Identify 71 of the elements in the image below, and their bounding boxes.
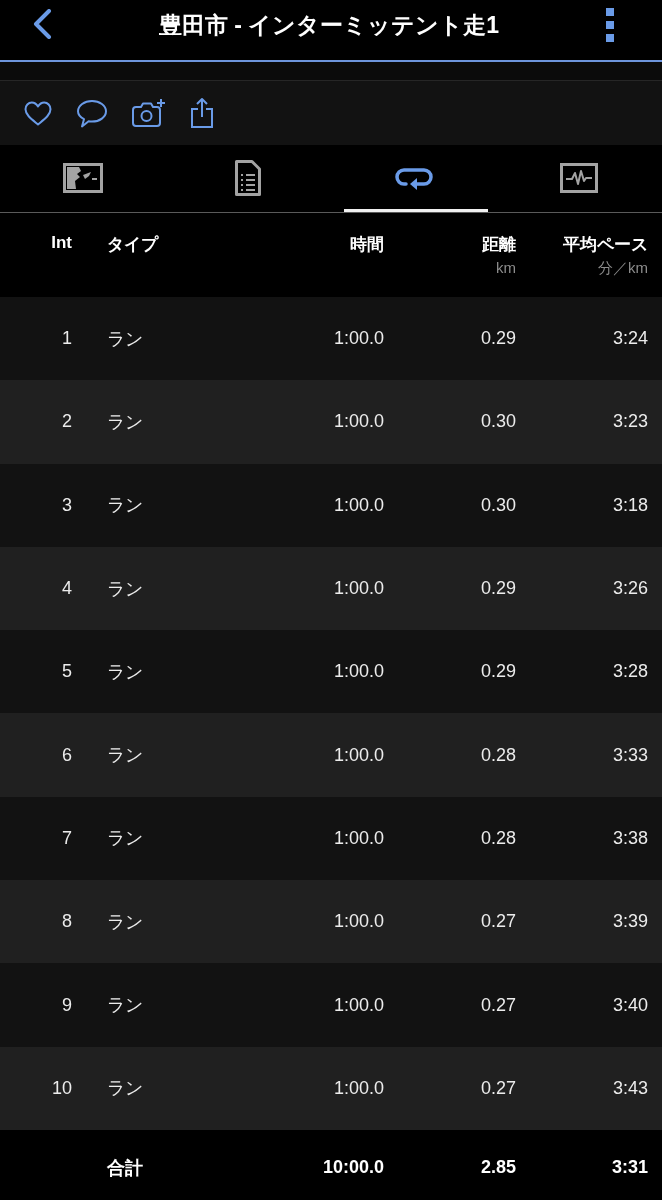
table-cell: 3:39 — [612, 911, 648, 933]
table-cell-text: ラン — [107, 910, 143, 934]
table-cell: 3:43 — [612, 1077, 648, 1099]
total-cell-text: 合計 — [107, 1156, 143, 1180]
table-cell: 1:00.0 — [333, 328, 384, 350]
table-cell: 0.28 — [480, 827, 516, 849]
total-cell: 2.85 — [480, 1157, 516, 1179]
table-cell-text: ラン — [107, 994, 143, 1017]
table-cell: 0.27 — [480, 1077, 516, 1099]
unit-label: 分／km — [598, 259, 648, 278]
share-icon[interactable] — [190, 97, 214, 129]
menu-icon[interactable] — [606, 8, 614, 42]
table-cell-text: ラン — [107, 744, 143, 768]
table-cell-text: ラン — [107, 327, 143, 351]
table-cell: 3:33 — [612, 744, 648, 766]
table-cell: 1:00.0 — [333, 911, 384, 933]
table-cell: 0.29 — [480, 328, 516, 350]
column-header: 平均ペース — [563, 234, 648, 256]
table-cell: 0.27 — [480, 911, 516, 933]
column-header: タイプ — [107, 234, 158, 256]
table-cell: 7 — [62, 827, 72, 849]
table-cell: 2 — [62, 411, 72, 433]
table-cell: 8 — [62, 911, 72, 933]
table-cell: 3:28 — [612, 661, 648, 683]
unit-label: km — [496, 259, 516, 276]
table-cell: 0.30 — [480, 494, 516, 516]
table-cell: 1:00.0 — [333, 661, 384, 683]
table-cell: 1:00.0 — [333, 744, 384, 766]
table-cell-text: ラン — [107, 577, 143, 601]
table-cell-text: ラン — [107, 827, 143, 851]
table-cell: 3:23 — [612, 411, 648, 433]
table-cell: 3:18 — [612, 494, 648, 516]
map-icon — [62, 162, 103, 193]
table-cell: 10 — [51, 1077, 72, 1099]
table-cell: 9 — [62, 994, 72, 1016]
table-cell: 0.29 — [480, 578, 516, 600]
table-cell-text: ラン — [107, 494, 143, 518]
table-cell-text: ラン — [107, 1077, 143, 1101]
table-cell: 1 — [62, 328, 72, 350]
table-cell: 1:00.0 — [333, 827, 384, 849]
table-cell: 3:24 — [612, 328, 648, 350]
back-icon[interactable] — [32, 9, 52, 39]
comment-icon[interactable] — [76, 98, 108, 128]
column-header: 距離 — [482, 234, 516, 256]
total-cell: 3:31 — [611, 1157, 648, 1179]
table-cell: 0.29 — [480, 661, 516, 683]
table-cell: 1:00.0 — [333, 994, 384, 1016]
add-photo-icon[interactable] — [132, 98, 166, 128]
heart-icon[interactable] — [24, 100, 52, 126]
table-cell: 5 — [62, 661, 72, 683]
table-cell: 3:40 — [612, 994, 648, 1016]
table-cell: 0.30 — [480, 411, 516, 433]
table-cell: 1:00.0 — [333, 1077, 384, 1099]
table-cell: 3:26 — [612, 578, 648, 600]
chart-icon — [560, 162, 599, 193]
table-cell: 1:00.0 — [333, 494, 384, 516]
table-cell: 0.27 — [480, 994, 516, 1016]
table-cell: 3 — [62, 494, 72, 516]
column-header: Int — [51, 233, 72, 253]
table-cell: 1:00.0 — [333, 578, 384, 600]
table-cell: 1:00.0 — [333, 411, 384, 433]
table-cell: 4 — [62, 578, 72, 600]
table-cell-text: ラン — [107, 410, 143, 434]
table-cell-text: ラン — [107, 660, 143, 684]
document-icon — [235, 159, 262, 196]
table-cell: 3:38 — [612, 827, 648, 849]
table-cell: 0.28 — [480, 744, 516, 766]
column-header: 時間 — [350, 234, 384, 256]
screen-title: 豊田市 - インターミッテント走1 — [157, 10, 501, 40]
table-cell: 6 — [62, 744, 72, 766]
total-cell: 10:00.0 — [322, 1157, 384, 1179]
